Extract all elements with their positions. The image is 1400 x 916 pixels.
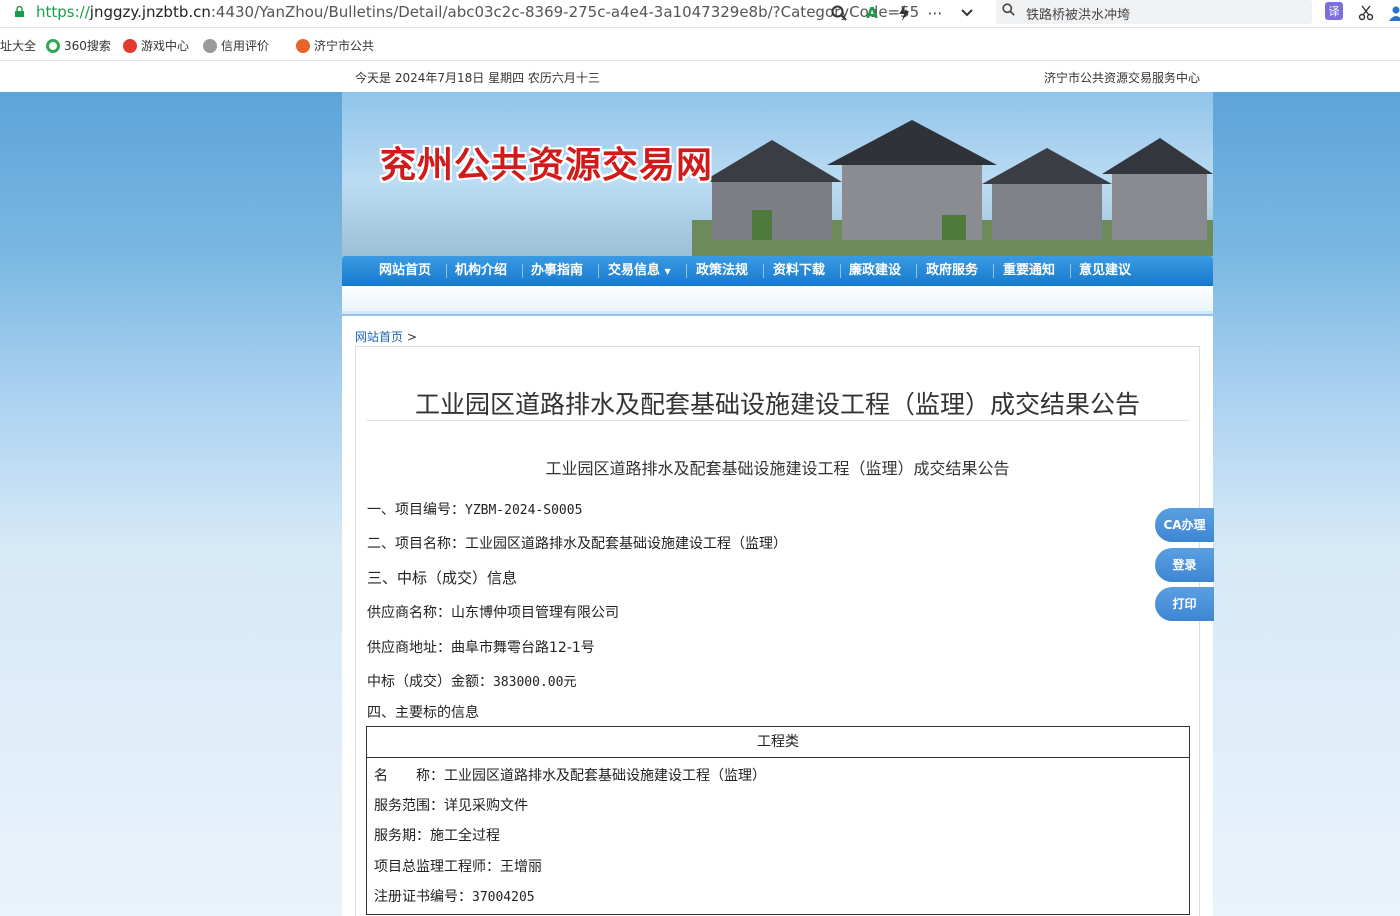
- nav-item-guide[interactable]: 办事指南: [531, 256, 583, 286]
- nav-divider: [1070, 264, 1071, 278]
- site-title: 兖州公共资源交易网: [380, 144, 714, 186]
- bookmark-item[interactable]: 360搜索: [46, 37, 111, 54]
- nav-item-home[interactable]: 网站首页: [379, 256, 431, 286]
- article: 工业园区道路排水及配套基础设施建设工程（监理）成交结果公告 工业园区道路排水及配…: [355, 346, 1200, 916]
- lightning-icon[interactable]: [894, 3, 914, 23]
- globe-icon: [203, 38, 217, 53]
- game-center-icon: [123, 38, 137, 53]
- nav-divider: [522, 264, 523, 278]
- bookmark-item[interactable]: 济宁市公共: [296, 37, 374, 54]
- nav-item-gov-service[interactable]: 政府服务: [926, 256, 978, 286]
- table-row: 名 称：工业园区道路排水及配套基础设施建设工程（监理）: [374, 768, 766, 784]
- nav-divider: [763, 264, 764, 278]
- divider: [366, 420, 1189, 421]
- nav-item-integrity[interactable]: 廉政建设: [849, 256, 901, 286]
- main-content: 网站首页 > 工业园区道路排水及配套基础设施建设工程（监理）成交结果公告 工业园区…: [342, 316, 1213, 916]
- table-header: 工程类: [367, 727, 1189, 758]
- chevron-down-icon[interactable]: [957, 3, 977, 23]
- login-button[interactable]: 登录: [1155, 548, 1214, 582]
- search-icon: [1002, 3, 1015, 20]
- bookmark-item[interactable]: 信用评价: [203, 37, 269, 54]
- page-title: 工业园区道路排水及配套基础设施建设工程（监理）成交结果公告: [414, 390, 1140, 419]
- main-nav: 网站首页 机构介绍 办事指南 交易信息 ▼ 政策法规 资料下载 廉政建设 政府服…: [342, 256, 1213, 286]
- nav-item-downloads[interactable]: 资料下载: [773, 256, 825, 286]
- nav-divider: [686, 264, 687, 278]
- site-banner: 兖州公共资源交易网: [342, 92, 1213, 256]
- nav-divider: [993, 264, 994, 278]
- nav-divider: [916, 264, 917, 278]
- table-row: 项目总监理工程师：王增丽: [374, 859, 542, 875]
- table-row: 服务期：施工全过程: [374, 828, 500, 844]
- nav-item-feedback[interactable]: 意见建议: [1079, 256, 1131, 286]
- section-main-items: 四、主要标的信息: [367, 705, 479, 721]
- bookmarks-bar: 址大全 360搜索 游戏中心 信用评价 济宁市公共: [0, 28, 1400, 61]
- search-text: 铁路桥被洪水冲垮: [1026, 8, 1131, 23]
- temple-illustration: [692, 120, 1213, 256]
- 360-search-icon: [46, 38, 60, 53]
- bookmark-item[interactable]: 游戏中心: [123, 37, 189, 54]
- nav-item-trade-info[interactable]: 交易信息 ▼: [608, 256, 671, 286]
- nav-item-policy[interactable]: 政策法规: [696, 256, 748, 286]
- scissors-icon[interactable]: [1356, 3, 1376, 23]
- org-name: 济宁市公共资源交易服务中心: [1043, 71, 1200, 85]
- current-date: 今天是 2024年7月18日 星期四 农历六月十三: [355, 71, 600, 85]
- breadcrumb-home[interactable]: 网站首页: [355, 330, 403, 344]
- caret-down-icon: ▼: [664, 267, 671, 276]
- supplier-address: 供应商地址：曲阜市舞雩台路12-1号: [367, 640, 595, 656]
- site-top-strip: 今天是 2024年7月18日 星期四 农历六月十三 济宁市公共资源交易服务中心: [0, 61, 1400, 93]
- read-aloud-icon[interactable]: A: [862, 3, 882, 23]
- print-button[interactable]: 打印: [1155, 587, 1214, 621]
- table-row: 注册证书编号：37004205: [374, 889, 535, 905]
- lock-icon: [15, 6, 24, 17]
- site-logo-icon: [296, 38, 310, 53]
- sub-nav: [342, 286, 1213, 314]
- supplier-name: 供应商名称：山东博仲项目管理有限公司: [367, 605, 619, 621]
- url-text[interactable]: https://jnggzy.jnzbtb.cn:4430/YanZhou/Bu…: [36, 3, 919, 21]
- nav-item-notices[interactable]: 重要通知: [1003, 256, 1055, 286]
- translate-icon[interactable]: 译: [1325, 2, 1343, 20]
- nav-divider: [840, 264, 841, 278]
- nav-divider: [446, 264, 447, 278]
- browser-search-box[interactable]: 铁路桥被洪水冲垮: [996, 0, 1312, 24]
- address-bar: https://jnggzy.jnzbtb.cn:4430/YanZhou/Bu…: [0, 0, 1400, 28]
- search-icon[interactable]: [829, 3, 849, 23]
- table-row: 服务范围：详见采购文件: [374, 798, 528, 814]
- info-table: 工程类 名 称：工业园区道路排水及配套基础设施建设工程（监理） 服务范围：详见采…: [366, 726, 1190, 915]
- ca-service-button[interactable]: CA办理: [1155, 508, 1214, 542]
- project-number: 一、项目编号：YZBM-2024-S0005: [367, 502, 583, 518]
- user-icon[interactable]: [1386, 3, 1400, 23]
- section-award-info: 三、中标（成交）信息: [367, 569, 518, 587]
- more-icon[interactable]: ⋯: [925, 3, 945, 23]
- breadcrumb: 网站首页 >: [355, 330, 418, 344]
- nav-divider: [598, 264, 599, 278]
- nav-item-about[interactable]: 机构介绍: [455, 256, 507, 286]
- bookmark-item[interactable]: 址大全: [0, 37, 36, 54]
- award-amount: 中标（成交）金额：383000.00元: [367, 674, 577, 690]
- project-name: 二、项目名称：工业园区道路排水及配套基础设施建设工程（监理）: [367, 536, 787, 552]
- article-subtitle: 工业园区道路排水及配套基础设施建设工程（监理）成交结果公告: [545, 459, 1010, 478]
